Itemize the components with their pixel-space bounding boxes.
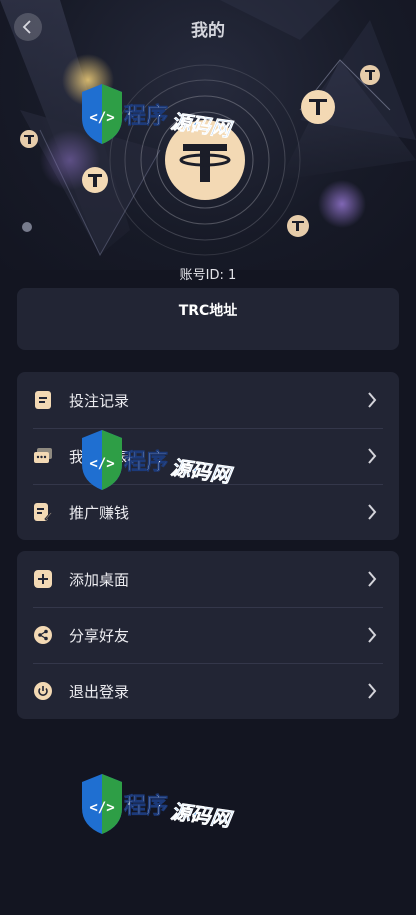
chevron-right-icon	[367, 571, 377, 587]
svg-text:程序: 程序	[124, 793, 168, 819]
chevron-right-icon	[367, 504, 377, 520]
watermark-logo: </> 程序 源码网	[82, 774, 235, 834]
trc-address-title: TRC地址	[178, 303, 238, 319]
tether-coin-icon	[287, 215, 309, 237]
chevron-right-icon	[367, 627, 377, 643]
menu-item-label: 投注记录	[69, 391, 130, 410]
tether-coin-icon	[82, 167, 108, 193]
tether-coin-icon	[301, 90, 335, 124]
chevron-right-icon	[367, 392, 377, 408]
menu-group-records: 投注记录 我的报表 推广赚钱	[17, 372, 399, 540]
tether-coin-icon	[360, 65, 380, 85]
tether-coin-icon	[22, 222, 32, 232]
share-icon	[34, 626, 52, 644]
menu-item-label: 分享好友	[69, 626, 130, 645]
menu-group-actions: 添加桌面 分享好友 退出登录	[17, 551, 399, 719]
power-icon	[34, 682, 52, 700]
chevron-right-icon	[367, 448, 377, 464]
document-icon	[34, 391, 52, 409]
cards-icon	[34, 447, 52, 465]
menu-item-label: 添加桌面	[69, 570, 130, 589]
svg-text:源码网: 源码网	[169, 799, 235, 832]
tether-coin-icon	[20, 130, 38, 148]
page-title: 我的	[191, 21, 225, 41]
plus-square-icon	[34, 570, 52, 588]
menu-item-add-to-desktop[interactable]: 添加桌面	[17, 551, 399, 607]
menu-item-label: 我的报表	[69, 447, 130, 466]
tether-coin-icon	[165, 120, 245, 200]
menu-item-promote-earn[interactable]: 推广赚钱	[17, 484, 399, 540]
menu-item-label: 退出登录	[69, 682, 130, 701]
edit-note-icon	[34, 503, 52, 521]
chevron-right-icon	[367, 683, 377, 699]
menu-item-label: 推广赚钱	[69, 503, 130, 522]
menu-item-bet-records[interactable]: 投注记录	[17, 372, 399, 428]
svg-text:</>: </>	[89, 800, 114, 816]
menu-item-share-friends[interactable]: 分享好友	[17, 607, 399, 663]
trc-address-card[interactable]: TRC地址	[17, 288, 399, 350]
header-banner: 我的	[0, 0, 416, 270]
menu-item-logout[interactable]: 退出登录	[17, 663, 399, 719]
menu-item-my-reports[interactable]: 我的报表	[17, 428, 399, 484]
account-id: 账号ID: 1	[179, 268, 237, 283]
